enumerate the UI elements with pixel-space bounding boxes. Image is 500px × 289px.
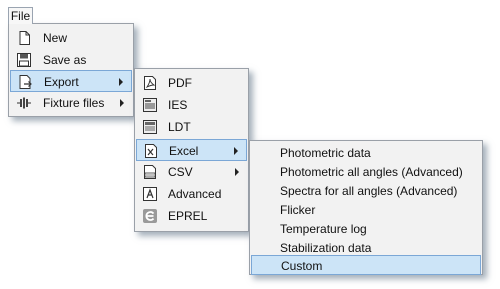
menu-item-excel[interactable]: Excel	[136, 139, 247, 161]
menu-item-label: Temperature log	[280, 222, 367, 236]
menu-item-label: Excel	[169, 144, 199, 158]
excel-icon	[143, 143, 159, 159]
save-icon	[16, 52, 32, 68]
menu-item-label: Fixture files	[43, 96, 105, 110]
menu-item-label: LDT	[168, 120, 191, 134]
menu-item-pdf[interactable]: PDF	[136, 72, 247, 94]
menu-item-label: Stabilization data	[280, 241, 372, 255]
menu-item-label: Export	[44, 75, 79, 89]
menu-item-label: Custom	[281, 259, 323, 273]
submenu-arrow-icon	[119, 78, 123, 86]
ldt-icon	[142, 119, 158, 135]
export-icon	[17, 74, 33, 90]
menu-item-label: IES	[168, 98, 188, 112]
menu-item-ldt[interactable]: LDT	[136, 116, 247, 138]
menu-item-custom[interactable]: Custom	[251, 255, 481, 275]
excel-submenu: Photometric data Photometric all angles …	[249, 140, 483, 275]
file-menu: New Save as Export Fixture files	[8, 23, 134, 117]
eprel-icon	[142, 208, 158, 224]
new-document-icon	[16, 30, 32, 46]
fixture-icon	[16, 95, 32, 111]
menu-item-advanced[interactable]: Advanced	[136, 183, 247, 205]
advanced-icon	[142, 186, 158, 202]
menu-item-label: Flicker	[280, 203, 316, 217]
menu-item-save-as[interactable]: Save as	[10, 49, 132, 71]
menu-item-csv[interactable]: CSV	[136, 161, 247, 183]
menu-item-label: New	[43, 31, 68, 45]
submenu-arrow-icon	[235, 168, 239, 176]
submenu-arrow-icon	[234, 147, 238, 155]
menu-item-label: PDF	[168, 76, 192, 90]
pdf-icon	[142, 75, 158, 91]
csv-icon	[142, 164, 158, 180]
menu-item-label: Spectra for all angles (Advanced)	[280, 184, 458, 198]
menu-item-ies[interactable]: IES	[136, 94, 247, 116]
menu-item-label: Advanced	[168, 187, 222, 201]
export-submenu: PDF IES LDT Excel CSV Advanced EPREL	[134, 68, 249, 232]
menu-item-label: EPREL	[168, 209, 208, 223]
menu-item-label: Save as	[43, 53, 87, 67]
file-menu-tab[interactable]: File	[8, 7, 33, 24]
menu-item-export[interactable]: Export	[10, 70, 132, 92]
menu-item-fixture-files[interactable]: Fixture files	[10, 92, 132, 114]
ies-icon	[142, 97, 158, 113]
menu-item-new[interactable]: New	[10, 27, 132, 49]
menu-item-label: CSV	[168, 165, 193, 179]
menu-item-eprel[interactable]: EPREL	[136, 205, 247, 227]
menu-item-label: Photometric data	[280, 146, 371, 160]
submenu-arrow-icon	[120, 99, 124, 107]
menu-item-label: Photometric all angles (Advanced)	[280, 165, 463, 179]
